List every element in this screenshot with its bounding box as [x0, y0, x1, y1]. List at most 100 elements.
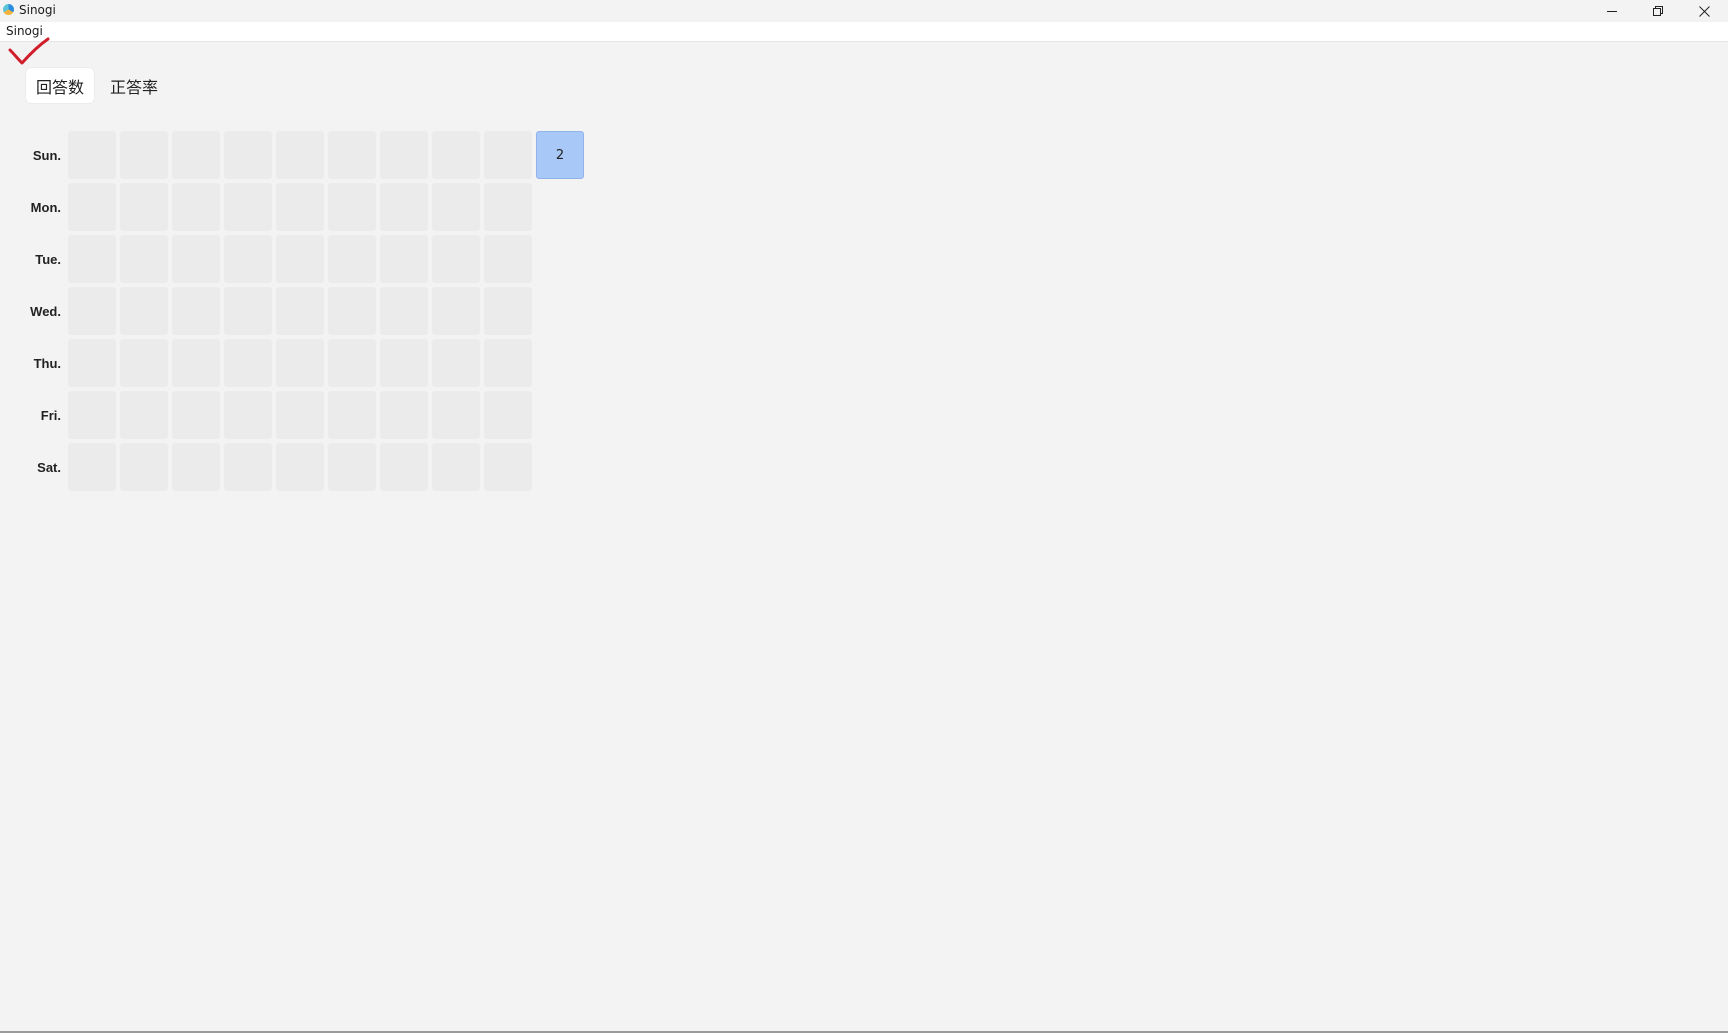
- heatmap-cell[interactable]: [120, 339, 168, 387]
- heatmap-row: Sun. 2: [20, 129, 588, 181]
- heatmap-cell[interactable]: [224, 443, 272, 491]
- heatmap-cell[interactable]: [172, 287, 220, 335]
- heatmap-cell[interactable]: [432, 235, 480, 283]
- heatmap-cell[interactable]: [328, 391, 376, 439]
- heatmap-row: Fri.: [20, 389, 588, 441]
- heatmap-cell[interactable]: [224, 391, 272, 439]
- close-icon: [1698, 5, 1710, 17]
- heatmap-cell[interactable]: [224, 131, 272, 179]
- heatmap-cell: [536, 235, 584, 283]
- heatmap-cell[interactable]: [380, 443, 428, 491]
- heatmap-cell[interactable]: [380, 391, 428, 439]
- heatmap-cell[interactable]: [380, 287, 428, 335]
- heatmap-cell[interactable]: [276, 443, 324, 491]
- heatmap-cell[interactable]: [380, 131, 428, 179]
- day-label: Wed.: [30, 303, 61, 319]
- heatmap-cell[interactable]: [432, 183, 480, 231]
- tab-accuracy-rate[interactable]: 正答率: [100, 68, 168, 103]
- heatmap-cell[interactable]: [172, 391, 220, 439]
- heatmap-cell[interactable]: [68, 339, 116, 387]
- heatmap-cell[interactable]: [172, 183, 220, 231]
- day-label: Fri.: [40, 407, 61, 423]
- heatmap-cell[interactable]: [276, 131, 324, 179]
- heatmap-cell[interactable]: [328, 131, 376, 179]
- tab-bar: 回答数 正答率: [26, 68, 168, 103]
- heatmap-cell[interactable]: [120, 235, 168, 283]
- heatmap-cell[interactable]: [276, 287, 324, 335]
- window-title: Sinogi: [19, 3, 56, 17]
- tab-answer-count[interactable]: 回答数: [26, 68, 95, 103]
- day-label: Mon.: [30, 199, 61, 215]
- close-button[interactable]: [1681, 0, 1727, 22]
- heatmap-cell[interactable]: [68, 183, 116, 231]
- heatmap-row: Mon.: [20, 181, 588, 233]
- day-label: Sat.: [37, 459, 61, 475]
- heatmap-cell[interactable]: [380, 235, 428, 283]
- heatmap-cell[interactable]: [432, 443, 480, 491]
- heatmap-cell[interactable]: [172, 339, 220, 387]
- heatmap-cell[interactable]: [328, 235, 376, 283]
- heatmap-cell[interactable]: [224, 183, 272, 231]
- heatmap-cell[interactable]: [172, 443, 220, 491]
- restore-icon: [1652, 5, 1663, 16]
- heatmap-row: Tue.: [20, 233, 588, 285]
- heatmap-cell[interactable]: [484, 235, 532, 283]
- heatmap-cell[interactable]: [276, 391, 324, 439]
- heatmap-row: Sat.: [20, 441, 588, 493]
- heatmap-cell[interactable]: 2: [536, 131, 584, 179]
- heatmap-cell[interactable]: [328, 287, 376, 335]
- heatmap-cell[interactable]: [432, 131, 480, 179]
- menu-item-sinogi[interactable]: Sinogi: [6, 24, 43, 38]
- heatmap-cell[interactable]: [120, 391, 168, 439]
- heatmap-cell[interactable]: [120, 443, 168, 491]
- heatmap-cell[interactable]: [432, 287, 480, 335]
- heatmap-cell[interactable]: [328, 443, 376, 491]
- restore-button[interactable]: [1635, 0, 1681, 22]
- heatmap-cell[interactable]: [380, 183, 428, 231]
- heatmap-cell[interactable]: [328, 339, 376, 387]
- heatmap-cell[interactable]: [68, 131, 116, 179]
- heatmap-cell[interactable]: [224, 235, 272, 283]
- day-label: Sun.: [32, 147, 61, 163]
- heatmap-cell[interactable]: [484, 131, 532, 179]
- heatmap-cell[interactable]: [484, 339, 532, 387]
- day-label: Thu.: [33, 355, 61, 371]
- heatmap-cell: [536, 339, 584, 387]
- title-bar: Sinogi: [0, 0, 1728, 22]
- heatmap-cell[interactable]: [224, 287, 272, 335]
- heatmap-row: Thu.: [20, 337, 588, 389]
- check-mark-icon: [8, 37, 50, 65]
- heatmap-cell[interactable]: [276, 183, 324, 231]
- minimize-button[interactable]: [1589, 0, 1635, 22]
- heatmap-cell[interactable]: [484, 183, 532, 231]
- menu-bar: Sinogi: [0, 22, 1728, 42]
- heatmap-cell[interactable]: [172, 235, 220, 283]
- heatmap-cell[interactable]: [276, 339, 324, 387]
- heatmap-cell[interactable]: [120, 183, 168, 231]
- heatmap-cell[interactable]: [68, 391, 116, 439]
- app-icon: [3, 4, 14, 15]
- heatmap-cell[interactable]: [484, 443, 532, 491]
- heatmap-cell: [536, 443, 584, 491]
- heatmap-cell[interactable]: [120, 131, 168, 179]
- heatmap-cell: [536, 287, 584, 335]
- heatmap-cell[interactable]: [380, 339, 428, 387]
- heatmap-cell[interactable]: [276, 235, 324, 283]
- minimize-icon: [1606, 10, 1617, 12]
- heatmap-cell[interactable]: [328, 183, 376, 231]
- heatmap-cell[interactable]: [120, 287, 168, 335]
- heatmap-cell[interactable]: [484, 287, 532, 335]
- heatmap-cell[interactable]: [172, 131, 220, 179]
- heatmap-cell: [536, 183, 584, 231]
- heatmap-cell[interactable]: [224, 339, 272, 387]
- heatmap-cell[interactable]: [432, 339, 480, 387]
- heatmap-cell[interactable]: [68, 235, 116, 283]
- heatmap-cell[interactable]: [68, 287, 116, 335]
- heatmap-cell[interactable]: [68, 443, 116, 491]
- activity-heatmap: Sun. 2 Mon. Tue. Wed. Thu. Fri. Sat.: [20, 129, 588, 493]
- heatmap-row: Wed.: [20, 285, 588, 337]
- heatmap-cell[interactable]: [484, 391, 532, 439]
- heatmap-cell[interactable]: [432, 391, 480, 439]
- heatmap-cell: [536, 391, 584, 439]
- day-label: Tue.: [35, 251, 61, 267]
